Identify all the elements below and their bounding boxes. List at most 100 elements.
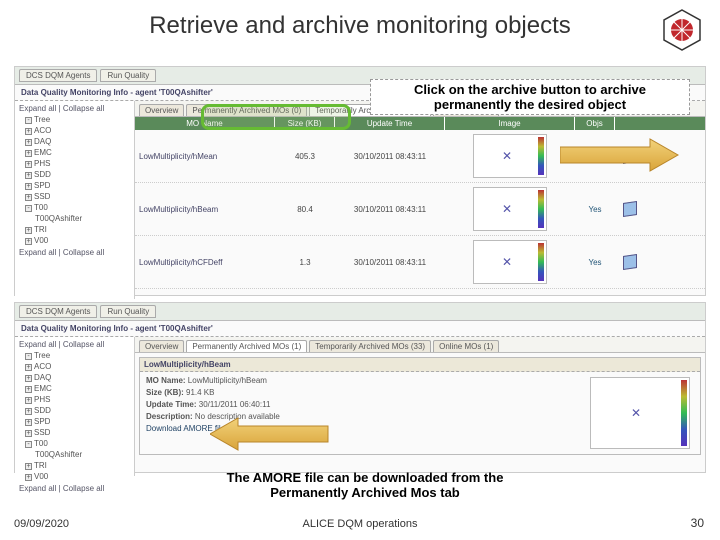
value-mo-name: LowMultiplicity/hBeam	[188, 376, 267, 385]
tab-run-quality[interactable]: Run Quality	[100, 69, 156, 82]
plot-thumbnail[interactable]: ✕	[590, 377, 690, 449]
plot-thumbnail[interactable]: ✕	[473, 187, 547, 231]
tree-node[interactable]: TRI	[34, 225, 47, 234]
tree-node[interactable]: DAQ	[34, 137, 51, 146]
agent-tree: Expand all | Collapse all -Tree +ACO +DA…	[15, 101, 135, 299]
tree-node-selected[interactable]: T00QAshifter	[35, 214, 82, 223]
table-row[interactable]: LowMultiplicity/hBeam 80.4 30/10/2011 08…	[135, 183, 705, 236]
tree-toggle-icon[interactable]: -	[25, 205, 32, 212]
col-update-time: Update Time	[335, 117, 445, 130]
tree-node[interactable]: EMC	[34, 148, 52, 157]
tab-overview[interactable]: Overview	[139, 104, 184, 116]
tree-node[interactable]: EMC	[34, 384, 52, 393]
tree-toggle-icon[interactable]: -	[25, 441, 32, 448]
tree-node-selected[interactable]: T00QAshifter	[35, 450, 82, 459]
tab-temp-archived[interactable]: Temporarily Archived MOs (33)	[309, 340, 431, 352]
tree-node[interactable]: SSD	[34, 192, 50, 201]
tree-toggle-icon[interactable]: -	[25, 117, 32, 124]
agent-tree: Expand all | Collapse all -Tree +ACO +DA…	[15, 337, 135, 476]
tree-toggle-icon[interactable]: +	[25, 430, 32, 437]
cell-mo-name: LowMultiplicity/hMean	[135, 150, 275, 163]
tree-node[interactable]: T00	[34, 203, 48, 212]
tab-online-mos[interactable]: Online MOs (1)	[433, 340, 499, 352]
cell-time: 30/10/2011 08:43:11	[335, 150, 445, 163]
footer-page-number: 30	[691, 516, 704, 530]
label-desc: Description:	[146, 412, 193, 421]
footer-center: ALICE DQM operations	[303, 518, 418, 530]
tree-toggle-icon[interactable]: +	[25, 419, 32, 426]
collapse-all-link[interactable]: Collapse all	[63, 104, 104, 113]
tree-toggle-icon[interactable]: +	[25, 238, 32, 245]
tree-toggle-icon[interactable]: +	[25, 172, 32, 179]
label-size: Size (KB):	[146, 388, 184, 397]
tree-node[interactable]: PHS	[34, 159, 50, 168]
tree-node[interactable]: T00	[34, 439, 48, 448]
tab-dqm-agents[interactable]: DCS DQM Agents	[19, 69, 97, 82]
tree-toggle-icon[interactable]: +	[25, 161, 32, 168]
archive-button-icon[interactable]	[623, 254, 637, 270]
tree-toggle-icon[interactable]: +	[25, 150, 32, 157]
footer-date: 09/09/2020	[14, 518, 69, 530]
tree-toggle-icon[interactable]: +	[25, 139, 32, 146]
cell-size: 405.3	[275, 150, 335, 163]
detail-preview: ✕	[580, 372, 700, 454]
tree-node[interactable]: ACO	[34, 362, 51, 371]
tree-toggle-icon[interactable]: +	[25, 386, 32, 393]
plot-thumbnail[interactable]: ✕	[473, 134, 547, 178]
col-image: Image	[445, 117, 575, 130]
callout-amore: The AMORE file can be downloaded from th…	[190, 470, 540, 500]
cell-size: 80.4	[275, 203, 335, 216]
outer-tabs: DCS DQM Agents Run Quality	[15, 303, 705, 321]
tree-root[interactable]: Tree	[34, 351, 50, 360]
tree-toggle-icon[interactable]: +	[25, 463, 32, 470]
main-area: Overview Permanently Archived MOs (1) Te…	[135, 337, 705, 476]
collapse-all-link[interactable]: Collapse all	[63, 484, 104, 493]
tree-node[interactable]: SPD	[34, 417, 50, 426]
table-row[interactable]: LowMultiplicity/hCFDeff 1.3 30/10/2011 0…	[135, 236, 705, 289]
tab-overview[interactable]: Overview	[139, 340, 184, 352]
arrow-to-archive-icon	[560, 135, 680, 175]
tree-toggle-icon[interactable]: +	[25, 474, 32, 481]
dqm-panel-bottom: DCS DQM Agents Run Quality Data Quality …	[14, 302, 706, 473]
tree-node[interactable]: SSD	[34, 428, 50, 437]
tree-node[interactable]: SPD	[34, 181, 50, 190]
archive-button-icon[interactable]	[623, 201, 637, 217]
panel-heading: Data Quality Monitoring Info - agent 'T0…	[15, 321, 705, 337]
cell-time: 30/10/2011 08:43:11	[335, 256, 445, 269]
expand-all-link[interactable]: Expand all	[19, 484, 56, 493]
tree-node[interactable]: SDD	[34, 170, 51, 179]
tree-toggle-icon[interactable]: +	[25, 375, 32, 382]
tree-root[interactable]: Tree	[34, 115, 50, 124]
tree-toggle-icon[interactable]: +	[25, 194, 32, 201]
tree-toggle-icon[interactable]: +	[25, 227, 32, 234]
plot-thumbnail[interactable]: ✕	[473, 240, 547, 284]
tree-node[interactable]: V00	[34, 236, 48, 245]
tree-toggle-icon[interactable]: +	[25, 364, 32, 371]
tree-node[interactable]: SDD	[34, 406, 51, 415]
cell-time: 30/10/2011 08:43:11	[335, 203, 445, 216]
detail-header: LowMultiplicity/hBeam	[140, 358, 700, 372]
cell-obj: Yes	[575, 203, 615, 216]
tree-node[interactable]: ACO	[34, 126, 51, 135]
inner-tabs: Overview Permanently Archived MOs (1) Te…	[135, 337, 705, 353]
collapse-all-link[interactable]: Collapse all	[63, 340, 104, 349]
tab-run-quality[interactable]: Run Quality	[100, 305, 156, 318]
tree-toggle-icon[interactable]: +	[25, 128, 32, 135]
tree-node[interactable]: TRI	[34, 461, 47, 470]
callout-archive: Click on the archive button to archive p…	[370, 79, 690, 115]
expand-all-link[interactable]: Expand all	[19, 104, 56, 113]
tab-dqm-agents[interactable]: DCS DQM Agents	[19, 305, 97, 318]
tree-toggle-icon[interactable]: +	[25, 183, 32, 190]
tree-node[interactable]: V00	[34, 472, 48, 481]
tree-toggle-icon[interactable]: +	[25, 397, 32, 404]
expand-all-link[interactable]: Expand all	[19, 340, 56, 349]
tree-node[interactable]: DAQ	[34, 373, 51, 382]
tree-node[interactable]: PHS	[34, 395, 50, 404]
detail-fields: MO Name: LowMultiplicity/hBeam Size (KB)…	[140, 372, 580, 454]
expand-all-link[interactable]: Expand all	[19, 248, 56, 257]
tab-perm-archived[interactable]: Permanently Archived MOs (1)	[186, 340, 307, 352]
collapse-all-link[interactable]: Collapse all	[63, 248, 104, 257]
tree-toggle-icon[interactable]: +	[25, 408, 32, 415]
tree-toggle-icon[interactable]: -	[25, 353, 32, 360]
arrow-to-download-link	[210, 414, 330, 454]
